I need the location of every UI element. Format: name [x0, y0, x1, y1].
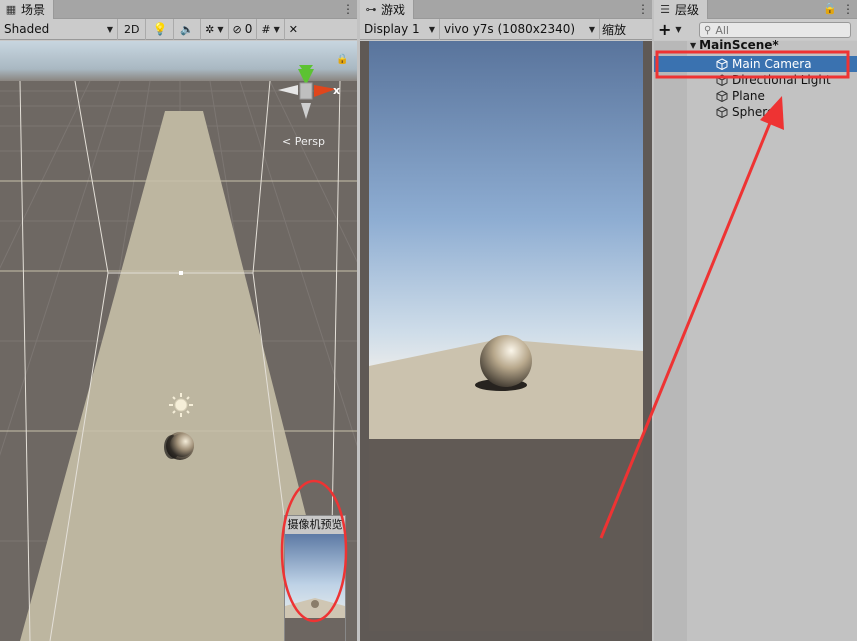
hierarchy-item-plane[interactable]: Plane [654, 88, 857, 104]
game-tabbar: ⊶ 游戏 ⋮ [360, 0, 652, 19]
game-toolbar: Display 1 ▼ vivo y7s (1080x2340) ▼ 缩放 [360, 18, 652, 40]
gameobject-cube-icon [716, 90, 728, 102]
lightbulb-icon: 💡 [152, 22, 168, 36]
more-menu-icon[interactable]: ⋮ [637, 2, 649, 16]
speaker-icon: 🔈 [180, 22, 195, 36]
hierarchy-list: ▼ MainScene* Main Camera Directional Lig… [654, 39, 857, 641]
hierarchy-item-sphere[interactable]: Sphere [654, 104, 857, 120]
chevron-down-icon: ▼ [106, 24, 113, 34]
toggle-2d-button[interactable]: 2D [118, 18, 147, 40]
persp-label[interactable]: < Persp [282, 135, 325, 148]
tab-hierarchy-label: 层级 [675, 3, 700, 17]
game-render [369, 41, 643, 631]
scene-name: MainScene* [699, 39, 779, 51]
lighting-toggle[interactable]: 💡 [146, 18, 175, 40]
shading-mode-label: Shaded [4, 22, 50, 36]
chevron-down-icon: ▼ [273, 24, 280, 34]
resolution-dropdown[interactable]: vivo y7s (1080x2340) ▼ [440, 18, 600, 40]
chevron-down-icon: ▼ [588, 24, 595, 34]
toggle-2d-label: 2D [124, 22, 140, 36]
plus-icon: + [658, 20, 672, 39]
gizmo-x-label: x [333, 84, 340, 97]
tools-button[interactable]: ✕ [285, 19, 302, 40]
scene-toolbar: Shaded ▼ 2D 💡 🔈 ✲ ▼ ⊘ 0 # ▼ ✕ [0, 18, 357, 40]
tab-game-label: 游戏 [381, 3, 406, 17]
hierarchy-item-directional-light[interactable]: Directional Light [654, 72, 857, 88]
gameobject-cube-icon [716, 106, 728, 118]
list-icon: ☰ [660, 2, 670, 16]
chevron-down-icon: ▼ [428, 24, 435, 34]
chevron-down-icon: ▼ [217, 24, 224, 34]
tools-icon: ✕ [288, 22, 298, 36]
camera-preview: 摄像机预览 [284, 515, 346, 641]
game-viewport[interactable] [360, 41, 652, 641]
more-menu-icon[interactable]: ⋮ [342, 2, 354, 16]
effects-icon: ✲ [205, 22, 215, 36]
tab-game[interactable]: ⊶ 游戏 [360, 0, 415, 19]
camera-preview-title: 摄像机预览 [287, 518, 343, 531]
effects-dropdown[interactable]: ✲ ▼ [201, 18, 229, 40]
grid-icon: ▦ [5, 2, 17, 16]
scale-slider-label[interactable]: 缩放 [600, 19, 628, 40]
hierarchy-scene-row[interactable]: ▼ MainScene* [654, 39, 857, 51]
game-sphere [480, 335, 532, 387]
camera-preview-image [285, 534, 345, 641]
tab-hierarchy[interactable]: ☰ 层级 [654, 0, 709, 19]
search-icon: ⚲ [704, 24, 712, 36]
hierarchy-panel: ☰ 层级 🔒 ⋮ + ▼ ⚲ ▼ MainScene* Main Camera … [654, 0, 857, 641]
hierarchy-item-label: Plane [732, 89, 765, 103]
display-dropdown[interactable]: Display 1 ▼ [360, 18, 440, 40]
gameobject-cube-icon [716, 74, 728, 86]
hierarchy-item-label: Sphere [732, 105, 775, 119]
scale-label: 缩放 [602, 22, 627, 37]
display-label: Display 1 [364, 22, 420, 36]
add-object-dropdown[interactable]: + ▼ [654, 19, 686, 40]
hierarchy-tabbar: ☰ 层级 🔒 ⋮ [654, 0, 857, 19]
resolution-label: vivo y7s (1080x2340) [444, 22, 576, 36]
hidden-count: 0 [244, 22, 253, 36]
search-input[interactable] [715, 23, 826, 37]
scene-tabbar: ▦ 场景 ⋮ [0, 0, 357, 19]
tab-scene-label: 场景 [21, 3, 46, 17]
hierarchy-item-main-camera[interactable]: Main Camera [654, 56, 857, 72]
scene-visibility-toggle[interactable]: ⊘ 0 [229, 18, 258, 40]
hierarchy-item-label: Directional Light [732, 73, 831, 87]
shading-mode-dropdown[interactable]: Shaded ▼ [0, 18, 118, 40]
tab-scene[interactable]: ▦ 场景 [0, 0, 55, 19]
lock-icon[interactable]: 🔒 [336, 53, 348, 65]
gamepad-icon: ⊶ [365, 2, 377, 16]
game-panel: ⊶ 游戏 ⋮ Display 1 ▼ vivo y7s (1080x2340) … [360, 0, 652, 641]
eye-off-icon: ⊘ [232, 22, 242, 36]
hierarchy-item-label: Main Camera [732, 57, 812, 71]
audio-toggle[interactable]: 🔈 [174, 18, 202, 40]
scene-panel: ▦ 场景 ⋮ Shaded ▼ 2D 💡 🔈 ✲ ▼ ⊘ 0 # ▼ ✕ x <… [0, 0, 357, 641]
chevron-down-icon: ▼ [675, 25, 682, 34]
camera-handle[interactable] [179, 271, 183, 275]
lock-icon[interactable]: 🔒 [823, 2, 837, 15]
hierarchy-gutter [654, 41, 687, 641]
grid-snap-icon: # [261, 22, 271, 36]
gameobject-cube-icon [716, 58, 728, 70]
more-menu-icon[interactable]: ⋮ [842, 2, 854, 16]
scene-viewport[interactable]: x < Persp 🔒 摄像机预览 [0, 41, 357, 641]
gizmo-grid-dropdown[interactable]: # ▼ [257, 18, 285, 40]
hierarchy-search[interactable]: ⚲ [699, 22, 851, 38]
chevron-down-icon: ▼ [690, 40, 697, 50]
